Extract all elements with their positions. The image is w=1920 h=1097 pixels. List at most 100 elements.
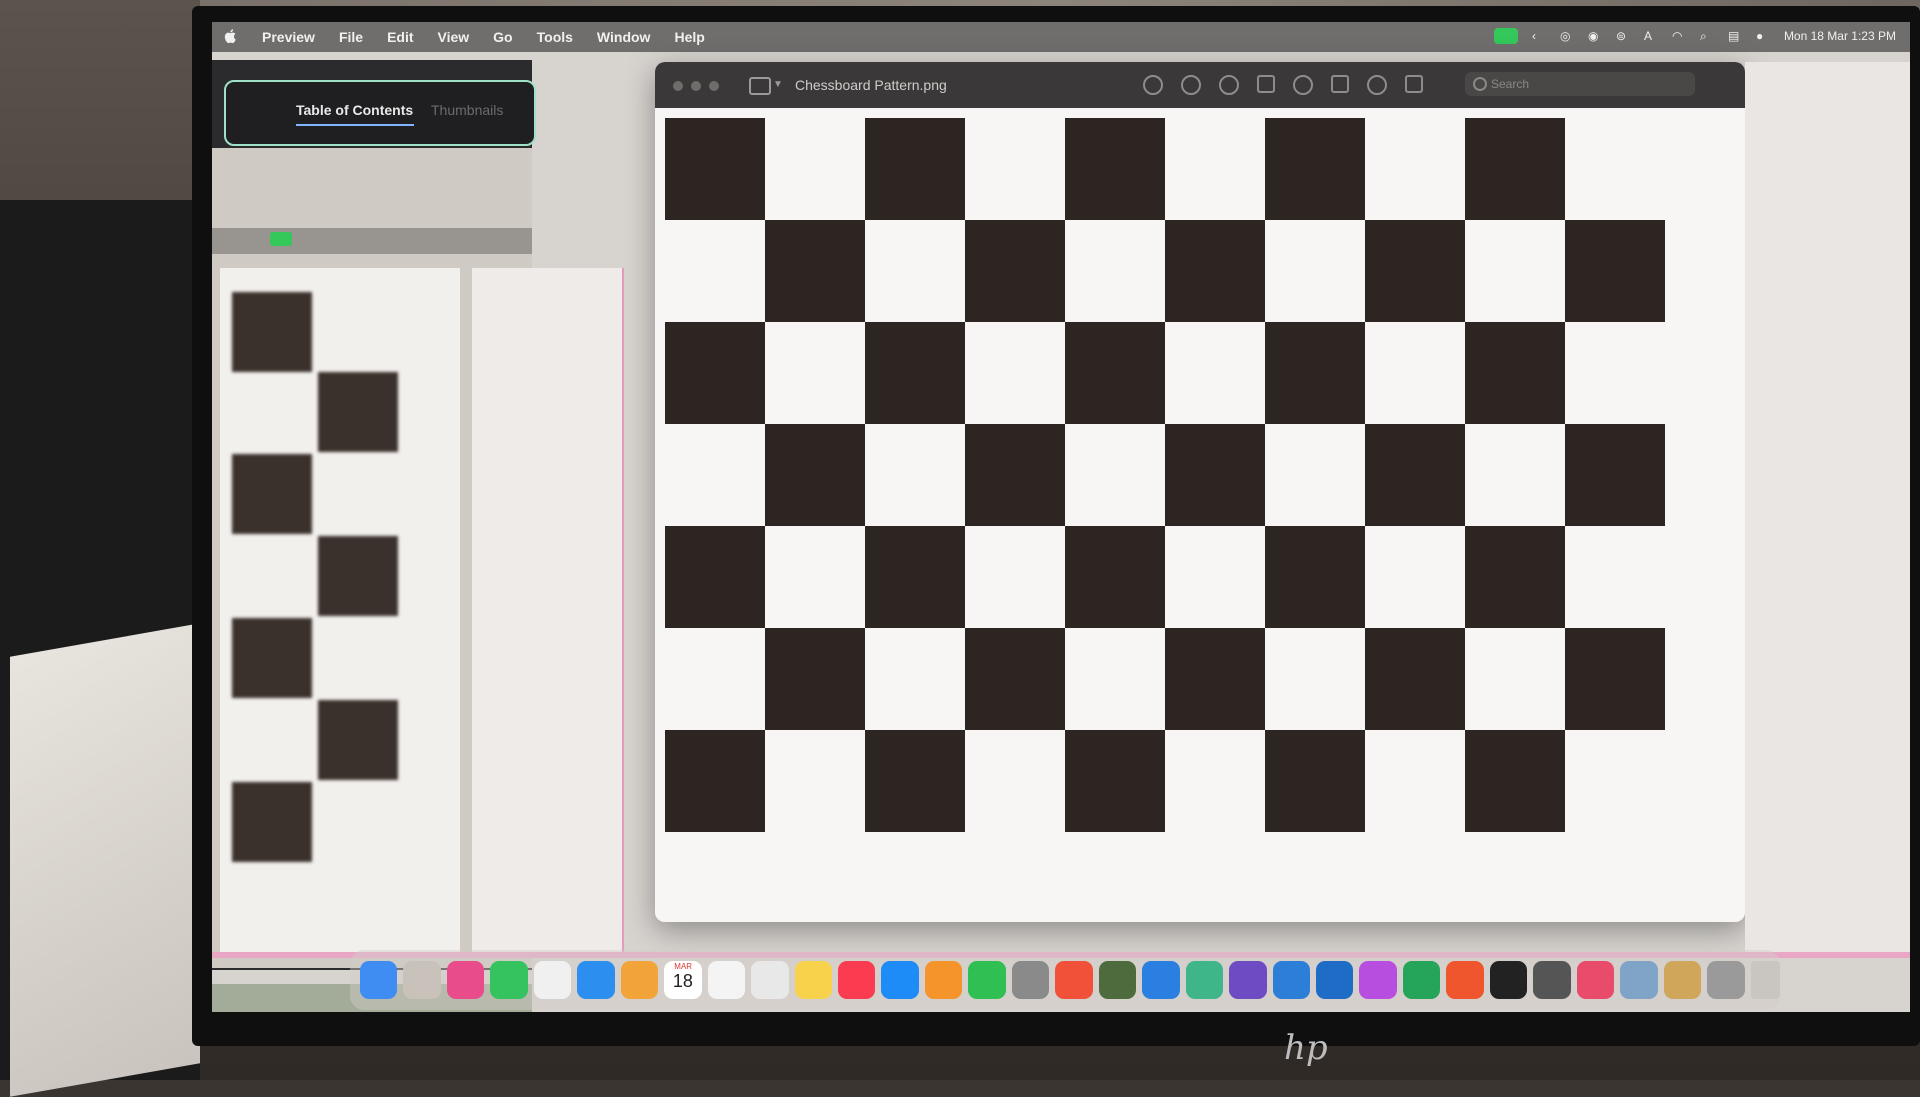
control-center-icon[interactable]: ▤ [1728,29,1742,43]
dock-shortcuts-icon[interactable] [1359,961,1397,999]
chevron-left-icon[interactable]: ‹ [1532,29,1546,43]
dark-square [965,220,1065,322]
menu-go[interactable]: Go [493,29,512,45]
light-square [1065,220,1165,322]
dock-trash-icon[interactable] [1750,961,1781,999]
sidebar-toggle-icon[interactable] [749,77,771,95]
dock-maps-icon[interactable] [1185,961,1224,999]
light-square [765,730,865,832]
thumbnail-square [232,782,312,862]
annotate-icon[interactable] [1367,75,1387,95]
dock-utility-icon[interactable] [1533,961,1571,999]
dock-game-icon[interactable] [1098,961,1137,999]
dock-vscode-icon[interactable] [1272,961,1310,999]
document-canvas[interactable] [655,108,1745,922]
dock-downloads-icon[interactable] [1707,961,1745,999]
dock-notes-icon[interactable] [794,961,832,999]
dark-square [1465,730,1565,832]
dock-preview-icon[interactable] [1576,961,1615,999]
dark-square [765,424,865,526]
dark-square [1165,424,1265,526]
dock-swift-icon[interactable] [1055,961,1093,999]
dock-photos-icon[interactable] [620,961,659,999]
dock-freeform-icon[interactable] [533,961,572,999]
markup-icon[interactable] [1293,75,1313,95]
apple-icon[interactable] [224,28,238,44]
zoom-in-icon[interactable] [1219,75,1239,95]
dock-pencil-icon[interactable] [1663,961,1702,999]
dock-finder-icon[interactable] [360,961,398,999]
dark-square [1065,322,1165,424]
dock-sheets-icon[interactable] [1402,961,1441,999]
thumbnail-preview[interactable] [212,148,624,1012]
dock-app-store-star-icon[interactable] [446,961,485,999]
dock-terminal-icon[interactable] [1489,961,1528,999]
form-icon[interactable] [1405,75,1423,93]
tab-table-of-contents[interactable]: Table of Contents [296,102,413,118]
menubar-datetime[interactable]: Mon 18 Mar 1:23 PM [1784,29,1896,43]
control-icon[interactable]: ◎ [1560,29,1574,43]
wifi-icon[interactable]: ◠ [1672,29,1686,43]
menu-edit[interactable]: Edit [387,29,413,45]
light-square [1365,526,1465,628]
light-square [665,628,765,730]
layers-icon[interactable]: ⊜ [1616,29,1630,43]
menu-app-name[interactable]: Preview [262,29,315,45]
search-placeholder: Search [1491,77,1530,91]
light-square [1565,526,1665,628]
dock-whatsapp-icon[interactable] [490,961,528,999]
dark-square [865,730,965,832]
dock-music-icon[interactable] [837,961,876,999]
search-icon[interactable]: ⌕ [1700,29,1714,43]
keyboard-input-icon[interactable]: A [1644,29,1658,43]
dock-safari-icon[interactable] [577,961,615,999]
dock-launchpad-icon[interactable] [403,961,441,999]
dark-square [1265,730,1365,832]
dark-square [1165,628,1265,730]
menu-file[interactable]: File [339,29,363,45]
close-button[interactable] [673,81,683,91]
window-title: Chessboard Pattern.png [795,77,947,93]
rotate-icon[interactable] [1331,75,1349,93]
dock-xcode-icon[interactable] [1142,961,1180,999]
light-square [1265,220,1365,322]
dock-reminders-icon[interactable] [707,961,746,999]
menu-help[interactable]: Help [674,29,704,45]
light-square [1165,730,1265,832]
menu-window[interactable]: Window [597,29,651,45]
dock-calendar-icon[interactable]: MAR 18 [664,961,702,999]
dock-screenshot-icon[interactable] [1620,961,1658,999]
dark-square [1465,526,1565,628]
dock-app-store-icon[interactable] [881,961,919,999]
dock-pages-icon[interactable] [924,961,963,999]
dock: MAR 18 [350,950,1781,1010]
facetime-indicator-icon[interactable] [1493,28,1518,44]
siri-icon[interactable]: ● [1756,29,1770,43]
dock-numbers-icon[interactable] [968,961,1006,999]
toolbar [1143,75,1423,95]
dark-square [1265,118,1365,220]
chessboard-image [665,118,1665,848]
info-icon[interactable] [1143,75,1163,95]
tab-thumbnails[interactable]: Thumbnails [431,102,503,118]
dock-textedit-icon[interactable] [751,961,789,999]
dock-figma-icon[interactable] [1446,961,1484,999]
dock-github-icon[interactable] [1229,961,1267,999]
dock-outlook-icon[interactable] [1315,961,1354,999]
dock-system-settings-icon[interactable] [1011,961,1050,999]
zoom-button[interactable] [709,81,719,91]
menu-view[interactable]: View [438,29,470,45]
light-square [1165,322,1265,424]
minimize-button[interactable] [691,81,701,91]
window-titlebar[interactable]: ▼ Chessboard Pattern.png Search [655,62,1745,108]
search-input[interactable]: Search [1465,72,1695,96]
chevron-down-icon[interactable]: ▼ [773,79,783,90]
record-icon[interactable]: ◉ [1588,29,1602,43]
desktop-right-area [1745,62,1910,952]
zoom-out-icon[interactable] [1181,75,1201,95]
dark-square [1365,628,1465,730]
menu-tools[interactable]: Tools [537,29,573,45]
light-square [765,322,865,424]
share-icon[interactable] [1257,75,1275,93]
dark-square [1065,526,1165,628]
